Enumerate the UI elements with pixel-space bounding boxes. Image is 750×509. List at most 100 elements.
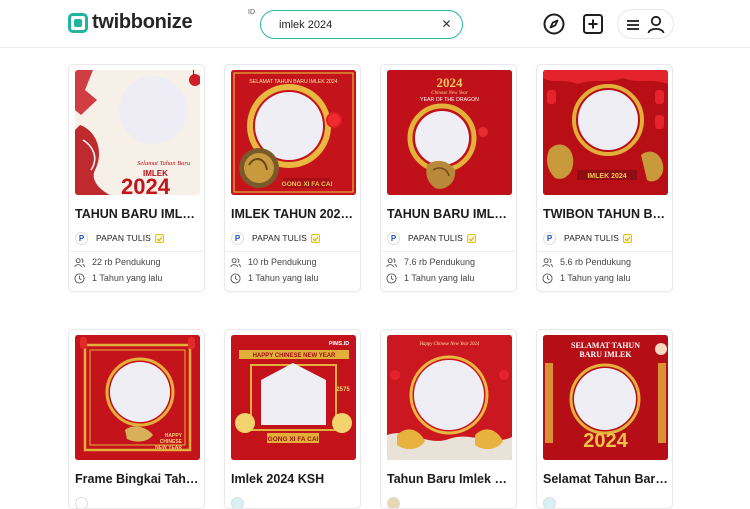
supporters-text: 22 rb Pendukung <box>92 257 161 267</box>
campaign-thumbnail[interactable]: HAPPY CHINESE NEW YEAR <box>75 335 200 460</box>
card-divider <box>381 251 517 252</box>
svg-text:BARU IMLEK: BARU IMLEK <box>579 350 632 359</box>
time-text: 1 Tahun yang lalu <box>560 273 630 283</box>
campaign-thumbnail[interactable]: 2024 Chinese New Year YEAR OF THE DRAGON <box>387 70 512 195</box>
campaign-thumbnail[interactable]: PIMS.ID HAPPY CHINESE NEW YEAR GONG XI F… <box>231 335 356 460</box>
clock-icon <box>542 273 553 284</box>
top-navbar: twibbonize ID ✕ <box>0 0 750 48</box>
campaign-title[interactable]: TAHUN BARU IMLEK 2024 DRAGON <box>387 207 513 221</box>
card-divider <box>225 251 361 252</box>
svg-text:SELAMAT TAHUN: SELAMAT TAHUN <box>571 341 640 350</box>
creator-avatar: P <box>387 232 400 245</box>
creator-avatar: P <box>543 232 556 245</box>
creator-info[interactable]: P PAPAN TULIS <box>231 231 320 245</box>
campaign-title[interactable]: Selamat Tahun Baru Imlek 2024 <box>543 472 669 486</box>
svg-text:2024: 2024 <box>121 174 171 195</box>
supporters-count: 7.6 rb Pendukung <box>386 256 475 268</box>
svg-text:SELAMAT TAHUN BARU IMLEK 2024: SELAMAT TAHUN BARU IMLEK 2024 <box>249 79 338 85</box>
campaign-title[interactable]: Frame Bingkai Tahun Baru Imlek <box>75 472 201 486</box>
svg-text:Happy Chinese New Year 2024: Happy Chinese New Year 2024 <box>419 342 480 347</box>
creator-avatar <box>543 497 556 509</box>
supporters-count: 10 rb Pendukung <box>230 256 317 268</box>
hamburger-menu-icon <box>626 18 640 32</box>
supporters-text: 7.6 rb Pendukung <box>404 257 475 267</box>
svg-text:NEW YEAR: NEW YEAR <box>155 445 182 451</box>
clock-icon <box>386 273 397 284</box>
logo-text: twibbonize <box>92 11 192 34</box>
logo-region-label: ID <box>248 9 255 16</box>
campaign-title[interactable]: TAHUN BARU IMLEK 2024 <box>75 207 201 221</box>
time-text: 1 Tahun yang lalu <box>248 273 318 283</box>
thumb-greeting: Selamat Tahun Baru <box>137 160 191 167</box>
creator-info[interactable] <box>543 496 556 509</box>
time-ago: 1 Tahun yang lalu <box>386 272 474 284</box>
svg-text:2575: 2575 <box>336 387 350 393</box>
campaign-thumbnail[interactable]: Selamat Tahun Baru IMLEK 2024 <box>75 70 200 195</box>
campaign-card[interactable]: PIMS.ID HAPPY CHINESE NEW YEAR GONG XI F… <box>224 329 361 509</box>
clock-icon <box>230 273 241 284</box>
campaign-thumbnail[interactable]: SELAMAT TAHUN BARU IMLEK 2024 GONG XI FA… <box>231 70 356 195</box>
campaign-thumbnail[interactable]: Happy Chinese New Year 2024 <box>387 335 512 460</box>
creator-avatar <box>387 497 400 509</box>
campaign-thumbnail[interactable]: SELAMAT TAHUN BARU IMLEK 2024 <box>543 335 668 460</box>
user-icon <box>647 15 665 34</box>
time-text: 1 Tahun yang lalu <box>92 273 162 283</box>
supporters-count: 22 rb Pendukung <box>74 256 161 268</box>
svg-text:HAPPY CHINESE NEW YEAR: HAPPY CHINESE NEW YEAR <box>253 353 336 359</box>
creator-info[interactable]: P PAPAN TULIS <box>543 231 632 245</box>
creator-avatar <box>75 497 88 509</box>
svg-text:2024: 2024 <box>437 75 464 90</box>
supporters-text: 5.6 rb Pendukung <box>560 257 631 267</box>
campaign-title[interactable]: Imlek 2024 KSH <box>231 472 357 486</box>
campaign-card[interactable]: HAPPY CHINESE NEW YEAR Frame Bingkai Tah… <box>68 329 205 509</box>
users-icon <box>386 257 397 268</box>
account-menu-button[interactable] <box>617 9 674 39</box>
svg-text:PIMS.ID: PIMS.ID <box>329 341 350 347</box>
campaign-card[interactable]: SELAMAT TAHUN BARU IMLEK 2024 Selamat Ta… <box>536 329 673 509</box>
creator-avatar: P <box>75 232 88 245</box>
creator-name[interactable]: PAPAN TULIS <box>408 233 463 243</box>
creator-info[interactable] <box>231 496 244 509</box>
verified-badge-icon <box>155 234 164 243</box>
creator-info[interactable]: P PAPAN TULIS <box>387 231 476 245</box>
card-divider <box>69 251 205 252</box>
campaign-thumbnail[interactable]: IMLEK 2024 <box>543 70 668 195</box>
creator-info[interactable] <box>387 496 400 509</box>
clear-search-icon[interactable]: ✕ <box>439 17 454 32</box>
supporters-count: 5.6 rb Pendukung <box>542 256 631 268</box>
verified-badge-icon <box>311 234 320 243</box>
verified-badge-icon <box>467 234 476 243</box>
card-divider <box>537 251 673 252</box>
logo-mark-icon <box>68 13 88 33</box>
campaign-card[interactable]: Happy Chinese New Year 2024 Tahun Baru I… <box>380 329 517 509</box>
svg-text:YEAR OF THE DRAGON: YEAR OF THE DRAGON <box>420 97 479 103</box>
search-bar[interactable]: ✕ <box>260 10 463 39</box>
twibbonize-logo[interactable]: twibbonize ID <box>68 11 192 34</box>
time-ago: 1 Tahun yang lalu <box>542 272 630 284</box>
svg-text:IMLEK 2024: IMLEK 2024 <box>587 173 626 180</box>
compass-icon[interactable] <box>542 12 566 36</box>
time-text: 1 Tahun yang lalu <box>404 273 474 283</box>
creator-avatar <box>231 497 244 509</box>
add-square-icon[interactable] <box>581 12 605 36</box>
creator-name[interactable]: PAPAN TULIS <box>564 233 619 243</box>
time-ago: 1 Tahun yang lalu <box>230 272 318 284</box>
svg-text:GONG XI FA CAI: GONG XI FA CAI <box>268 436 319 443</box>
creator-avatar: P <box>231 232 244 245</box>
supporters-text: 10 rb Pendukung <box>248 257 317 267</box>
creator-name[interactable]: PAPAN TULIS <box>252 233 307 243</box>
campaign-title[interactable]: IMLEK TAHUN 2024 PAPAN TULIS <box>231 207 357 221</box>
verified-badge-icon <box>623 234 632 243</box>
svg-text:GONG XI FA CAI: GONG XI FA CAI <box>282 181 333 188</box>
creator-info[interactable] <box>75 496 88 509</box>
search-input[interactable] <box>279 16 439 33</box>
svg-text:Chinese New Year: Chinese New Year <box>431 91 468 96</box>
campaign-title[interactable]: Tahun Baru Imlek 2024 <box>387 472 513 486</box>
users-icon <box>74 257 85 268</box>
campaign-title[interactable]: TWIBON TAHUN BARU IMLEK <box>543 207 669 221</box>
svg-text:2024: 2024 <box>583 430 628 452</box>
creator-info[interactable]: P PAPAN TULIS <box>75 231 164 245</box>
users-icon <box>542 257 553 268</box>
creator-name[interactable]: PAPAN TULIS <box>96 233 151 243</box>
users-icon <box>230 257 241 268</box>
